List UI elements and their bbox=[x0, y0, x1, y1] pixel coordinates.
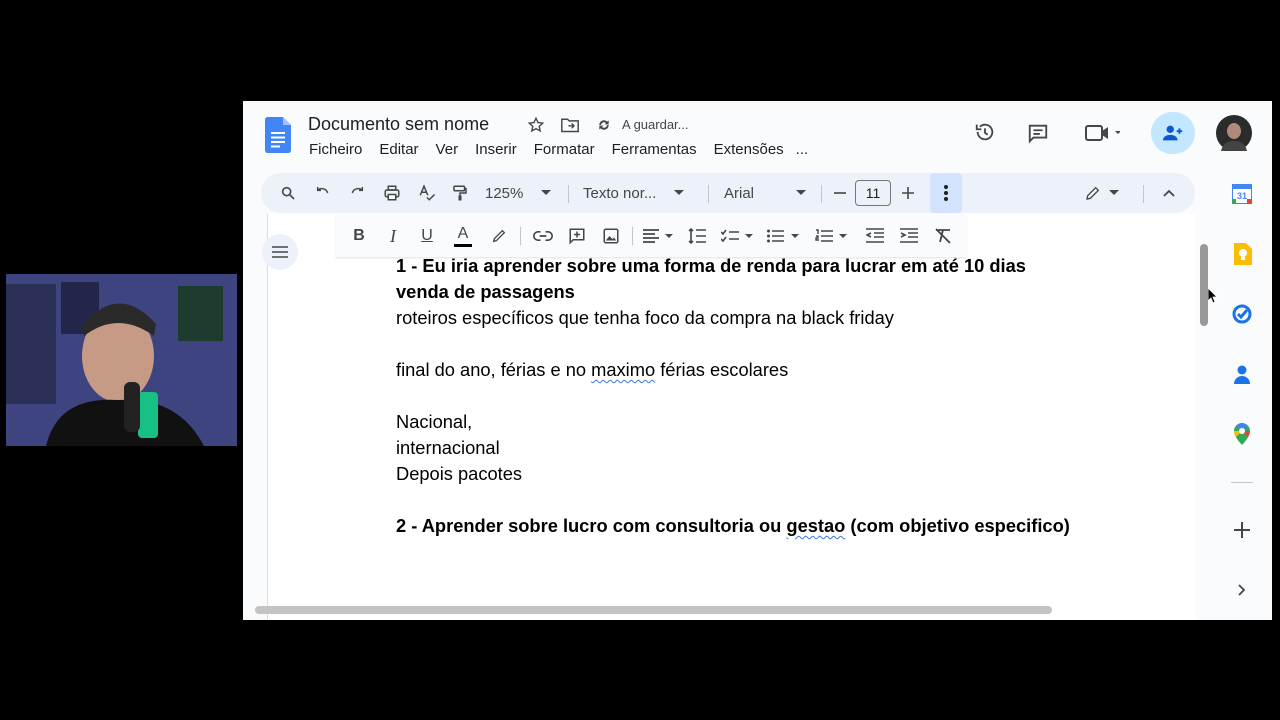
heading-1-line-1: 1 - Eu iria aprender sobre uma forma de … bbox=[396, 255, 1026, 276]
comments-icon[interactable] bbox=[1027, 122, 1049, 144]
numbered-list-icon[interactable] bbox=[810, 215, 852, 257]
menu-ver[interactable]: Ver bbox=[436, 141, 459, 158]
decrease-font-size-icon[interactable] bbox=[827, 173, 853, 213]
meet-icon[interactable] bbox=[1084, 123, 1120, 143]
menu-extensoes[interactable]: Extensões bbox=[714, 141, 784, 158]
menu-editar[interactable]: Editar bbox=[379, 141, 418, 158]
italic-button[interactable]: I bbox=[378, 215, 408, 257]
bold-button[interactable]: B bbox=[344, 215, 374, 257]
paragraph-style-select[interactable]: Texto nor... bbox=[583, 173, 695, 213]
calendar-day: 31 bbox=[1236, 191, 1247, 201]
chevron-down-icon bbox=[674, 190, 685, 195]
hide-menus-icon[interactable] bbox=[1155, 173, 1183, 213]
paint-format-icon[interactable] bbox=[445, 173, 475, 213]
keep-icon[interactable] bbox=[1229, 241, 1255, 267]
text-run: férias escolares bbox=[655, 359, 789, 380]
side-panel: 31 bbox=[1203, 169, 1272, 620]
calendar-icon[interactable]: 31 bbox=[1229, 181, 1255, 207]
account-avatar[interactable] bbox=[1216, 115, 1252, 151]
heading-1-line-2: venda de passagens bbox=[396, 281, 575, 302]
add-comment-icon[interactable] bbox=[562, 215, 592, 257]
clear-formatting-icon[interactable] bbox=[928, 215, 958, 257]
add-addon-icon[interactable] bbox=[1229, 517, 1255, 543]
more-options-icon[interactable] bbox=[930, 173, 962, 213]
bulleted-list-icon[interactable] bbox=[762, 215, 804, 257]
chevron-down-icon bbox=[1109, 190, 1119, 195]
menu-formatar[interactable]: Formatar bbox=[534, 141, 595, 158]
paragraph-line: Depois pacotes bbox=[396, 463, 523, 484]
style-value: Texto nor... bbox=[583, 184, 657, 202]
spelling-error-word[interactable]: maximo bbox=[591, 359, 655, 380]
paragraph-line: internacional bbox=[396, 437, 500, 458]
text-run: 2 - Aprender sobre lucro com consultoria… bbox=[396, 515, 787, 536]
horizontal-scrollbar-thumb[interactable] bbox=[255, 606, 1052, 614]
undo-icon[interactable] bbox=[308, 173, 338, 213]
spellcheck-icon[interactable] bbox=[412, 173, 442, 213]
mouse-cursor-icon bbox=[1208, 288, 1218, 304]
paragraph-line: Nacional, bbox=[396, 411, 473, 432]
menu-inserir[interactable]: Inserir bbox=[475, 141, 517, 158]
outline-icon bbox=[272, 246, 288, 258]
chevron-down-icon bbox=[541, 190, 552, 195]
text-color-label: A bbox=[457, 224, 469, 242]
document-title[interactable]: Documento sem nome bbox=[308, 114, 489, 135]
decrease-indent-icon[interactable] bbox=[860, 215, 890, 257]
menu-more[interactable]: ... bbox=[796, 141, 809, 158]
move-folder-icon[interactable] bbox=[560, 116, 580, 134]
increase-indent-icon[interactable] bbox=[894, 215, 924, 257]
docs-logo-icon[interactable] bbox=[265, 117, 291, 153]
google-docs-window: Documento sem nome A guardar... Ficheiro… bbox=[243, 101, 1272, 620]
chevron-right-icon[interactable] bbox=[1229, 577, 1255, 603]
webcam-overlay bbox=[6, 274, 237, 446]
paragraph-line: final do ano, férias e no maximo férias … bbox=[396, 357, 1156, 383]
paragraph-line: roteiros específicos que tenha foco da c… bbox=[396, 307, 894, 328]
presenter-video bbox=[6, 274, 237, 446]
zoom-select[interactable]: 125% bbox=[485, 173, 565, 213]
checklist-icon[interactable] bbox=[716, 215, 758, 257]
search-menus-icon[interactable] bbox=[271, 173, 305, 213]
document-body[interactable]: 1 - Eu iria aprender sobre uma forma de … bbox=[396, 253, 1156, 539]
print-icon[interactable] bbox=[377, 173, 407, 213]
sync-icon bbox=[599, 120, 609, 130]
star-icon[interactable] bbox=[527, 116, 545, 134]
highlight-icon[interactable] bbox=[484, 215, 514, 257]
underline-button[interactable]: U bbox=[412, 215, 442, 257]
redo-icon[interactable] bbox=[342, 173, 372, 213]
font-size-input[interactable]: 11 bbox=[855, 180, 891, 206]
link-icon[interactable] bbox=[528, 215, 558, 257]
heading-2-line: 2 - Aprender sobre lucro com consultoria… bbox=[396, 513, 1156, 539]
document-outline-button[interactable] bbox=[262, 234, 298, 270]
pencil-icon bbox=[1086, 186, 1100, 200]
version-history-icon[interactable] bbox=[974, 121, 996, 143]
text-run: final do ano, férias e no bbox=[396, 359, 592, 380]
text-run: (com objetivo especifico) bbox=[845, 515, 1070, 536]
save-status: A guardar... bbox=[622, 117, 689, 132]
menu-bar: Ficheiro Editar Ver Inserir Formatar Fer… bbox=[309, 141, 825, 158]
chevron-down-icon bbox=[796, 190, 807, 195]
share-button[interactable] bbox=[1151, 112, 1195, 154]
insert-image-icon[interactable] bbox=[596, 215, 626, 257]
side-panel-divider bbox=[1231, 482, 1253, 483]
add-person-icon bbox=[1162, 125, 1183, 141]
font-select[interactable]: Arial bbox=[724, 173, 814, 213]
maps-icon[interactable] bbox=[1229, 421, 1255, 447]
line-spacing-icon[interactable] bbox=[682, 215, 712, 257]
contacts-icon[interactable] bbox=[1229, 361, 1255, 387]
zoom-value: 125% bbox=[485, 184, 524, 202]
spelling-error-word[interactable]: gestao bbox=[786, 515, 845, 536]
tasks-icon[interactable] bbox=[1229, 301, 1255, 327]
menu-ferramentas[interactable]: Ferramentas bbox=[612, 141, 697, 158]
text-color-swatch bbox=[454, 243, 472, 247]
menu-ficheiro[interactable]: Ficheiro bbox=[309, 141, 362, 158]
increase-font-size-icon[interactable] bbox=[895, 173, 921, 213]
font-value: Arial bbox=[724, 184, 755, 202]
main-toolbar: 125% Texto nor... Arial 11 bbox=[261, 173, 1195, 213]
align-icon[interactable] bbox=[638, 215, 678, 257]
editing-mode-button[interactable] bbox=[1079, 173, 1125, 213]
format-toolbar: B I U A bbox=[336, 215, 966, 257]
text-color-button[interactable]: A bbox=[448, 215, 478, 257]
